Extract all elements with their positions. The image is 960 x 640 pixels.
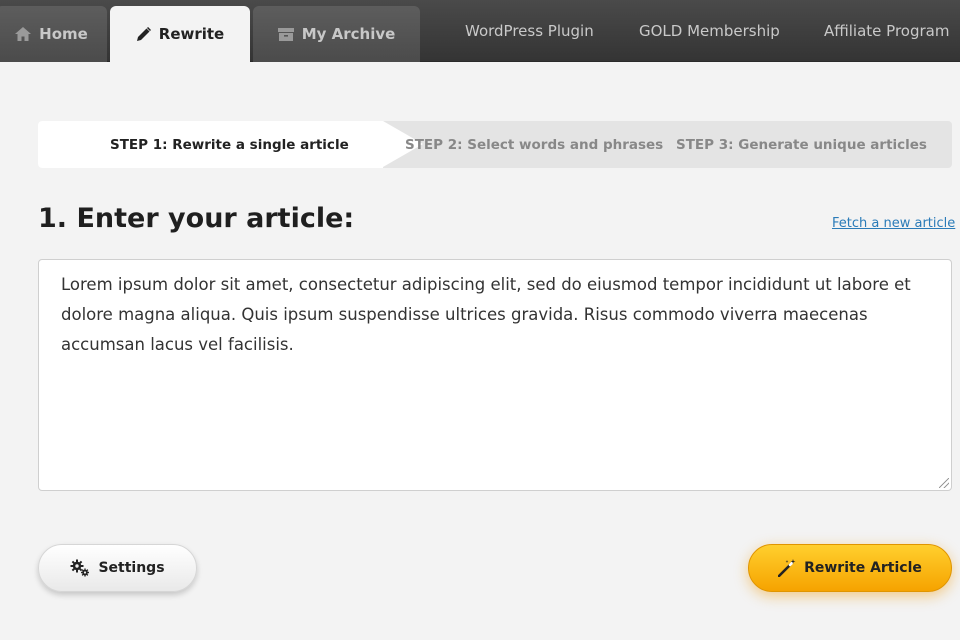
article-input[interactable]: Lorem ipsum dolor sit amet, consectetur … — [38, 259, 952, 491]
archive-icon — [277, 27, 294, 41]
pencil-icon — [136, 26, 151, 42]
step-3[interactable]: STEP 3: Generate unique articles — [676, 121, 927, 168]
gears-icon — [70, 559, 90, 577]
home-icon — [15, 27, 32, 41]
rewrite-article-button[interactable]: Rewrite Article — [748, 544, 952, 592]
tab-my-archive-label: My Archive — [301, 25, 396, 43]
tab-home-label: Home — [39, 25, 88, 43]
top-nav: Home Rewrite My Archive WordPress Plugin… — [0, 0, 960, 62]
nav-link-wordpress-plugin[interactable]: WordPress Plugin — [465, 0, 594, 62]
fetch-new-article-link[interactable]: Fetch a new article — [832, 216, 955, 231]
nav-link-gold-membership[interactable]: GOLD Membership — [639, 0, 780, 62]
magic-wand-icon — [778, 559, 796, 577]
step-1[interactable]: STEP 1: Rewrite a single article — [110, 121, 349, 168]
page-heading: 1. Enter your article: — [38, 203, 355, 234]
tab-rewrite[interactable]: Rewrite — [110, 6, 250, 62]
tab-my-archive[interactable]: My Archive — [253, 6, 420, 62]
step-progress-bar: STEP 1: Rewrite a single article STEP 2:… — [38, 121, 952, 168]
resize-grip[interactable] — [939, 478, 949, 488]
settings-button[interactable]: Settings — [38, 544, 197, 592]
tab-home[interactable]: Home — [0, 6, 107, 62]
settings-button-label: Settings — [98, 560, 165, 576]
step-2[interactable]: STEP 2: Select words and phrases — [405, 121, 663, 168]
nav-link-affiliate-program[interactable]: Affiliate Program — [824, 0, 949, 62]
rewrite-article-button-label: Rewrite Article — [804, 560, 922, 576]
tab-rewrite-label: Rewrite — [158, 25, 225, 43]
